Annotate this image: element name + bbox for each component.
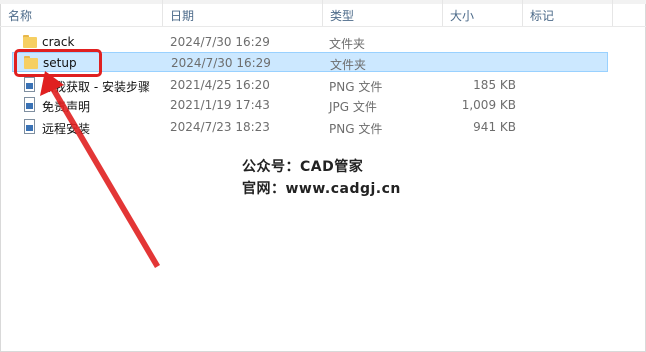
image-file-icon [22, 77, 38, 93]
file-date: 2024/7/30 16:29 [171, 56, 271, 70]
column-size[interactable]: 大小 [450, 7, 474, 24]
file-row-remote-install[interactable]: 远程安装 2024/7/23 18:23 PNG 文件 941 KB [12, 117, 608, 137]
column-header: 名称 日期 类型 大小 标记 [0, 0, 646, 27]
column-separator[interactable] [612, 0, 613, 26]
file-size: 185 KB [473, 78, 516, 92]
file-size: 941 KB [473, 120, 516, 134]
column-separator[interactable] [162, 0, 163, 26]
file-name: 点我获取 - 安装步骤 [42, 80, 150, 94]
column-date[interactable]: 日期 [170, 7, 194, 24]
file-date: 2021/1/19 17:43 [170, 98, 270, 112]
file-row-crack[interactable]: crack 2024/7/30 16:29 文件夹 [12, 32, 608, 52]
file-name: crack [42, 35, 75, 49]
file-type: 文件夹 [329, 37, 366, 51]
column-separator[interactable] [522, 0, 523, 26]
file-name: 远程安装 [42, 122, 91, 136]
watermark-line-1: 公众号：CAD管家 [242, 159, 364, 175]
column-name[interactable]: 名称 [8, 7, 32, 24]
highlight-box [14, 49, 102, 77]
file-type: PNG 文件 [329, 122, 383, 136]
file-date: 2021/4/25 16:20 [170, 78, 270, 92]
column-separator[interactable] [322, 0, 323, 26]
file-row-install-steps[interactable]: 点我获取 - 安装步骤 2021/4/25 16:20 PNG 文件 185 K… [12, 75, 608, 95]
column-tags[interactable]: 标记 [530, 7, 554, 24]
file-size: 1,009 KB [461, 98, 516, 112]
file-row-disclaimer[interactable]: 免责声明 2021/1/19 17:43 JPG 文件 1,009 KB [12, 95, 608, 115]
column-separator[interactable] [442, 0, 443, 26]
file-date: 2024/7/23 18:23 [170, 120, 270, 134]
file-type: 文件夹 [330, 58, 367, 72]
watermark-line-2: 官网：www.cadgj.cn [242, 181, 401, 197]
column-type[interactable]: 类型 [330, 7, 354, 24]
image-file-icon [22, 97, 38, 113]
file-type: JPG 文件 [329, 100, 377, 114]
file-name: 免责声明 [42, 100, 91, 114]
image-file-icon [22, 119, 38, 135]
folder-icon [22, 34, 38, 50]
file-date: 2024/7/30 16:29 [170, 35, 270, 49]
file-type: PNG 文件 [329, 80, 383, 94]
